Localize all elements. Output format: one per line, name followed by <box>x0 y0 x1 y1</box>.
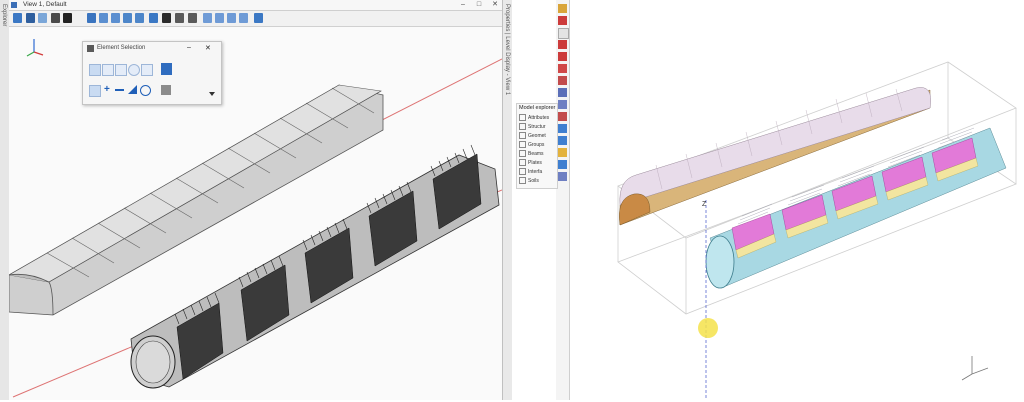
left-application-window: Explorer View 1, Default – □ ✕ Element S… <box>0 0 513 400</box>
checkbox[interactable] <box>519 123 526 130</box>
checkbox[interactable] <box>519 159 526 166</box>
polycurve-icon[interactable] <box>558 100 567 109</box>
standard-views-icon[interactable] <box>254 13 263 23</box>
explorer-tab-label: Explorer <box>1 4 7 27</box>
checkbox[interactable] <box>519 141 526 148</box>
element-selection-dialog: Element Selection – ✕ + <box>82 41 222 105</box>
line-select-icon[interactable] <box>141 64 153 76</box>
model-explorer-panel: Model explorer Attributes Structur Geome… <box>516 103 558 189</box>
explorer-item-interfaces[interactable]: Interfa <box>519 168 542 177</box>
subtract-mode-icon[interactable] <box>115 89 124 91</box>
circle-select-icon[interactable] <box>128 64 140 76</box>
explorer-item-label: Attributes <box>528 114 550 121</box>
right-application-window: Model explorer Attributes Structur Geome… <box>512 0 1024 400</box>
pan-view-icon[interactable] <box>162 13 171 23</box>
add-mode-icon[interactable]: + <box>104 84 110 95</box>
zoom-out-icon[interactable] <box>111 13 120 23</box>
selection-tool-icon <box>87 45 94 52</box>
properties-panel-tab[interactable]: Properties | Level Display - View 1 <box>502 0 512 400</box>
view-attributes-icon[interactable] <box>13 13 22 23</box>
intersect-icon[interactable] <box>558 136 567 145</box>
minimize-button[interactable]: – <box>456 0 470 10</box>
checkbox[interactable] <box>519 132 526 139</box>
clear-mode-icon[interactable] <box>140 85 151 96</box>
grid-icon[interactable] <box>558 172 567 181</box>
surface-icon[interactable] <box>558 112 567 121</box>
select-icon[interactable] <box>558 4 567 13</box>
axis-triad-icon <box>26 39 44 57</box>
maximize-button[interactable]: □ <box>472 0 486 10</box>
select-all-icon[interactable] <box>161 85 171 95</box>
settings-icon[interactable] <box>38 13 47 23</box>
view-title-bar: View 1, Default – □ ✕ <box>9 0 502 11</box>
line-icon[interactable] <box>558 40 567 49</box>
window-area-icon[interactable] <box>123 13 132 23</box>
right-model-canvas: Z <box>617 61 1017 400</box>
explorer-item-label: Groups <box>528 141 545 148</box>
selection-options-icon[interactable] <box>161 63 172 75</box>
view-window-title: View 1, Default <box>23 1 67 8</box>
explorer-item-plates[interactable]: Plates <box>519 159 542 168</box>
dialog-close-button[interactable]: ✕ <box>205 44 211 52</box>
clip-volume-icon[interactable] <box>215 13 224 23</box>
z-axis-label: Z <box>702 201 707 208</box>
properties-tab-label: Properties | Level Display - View 1 <box>504 4 510 96</box>
dialog-minimize-button[interactable]: – <box>187 44 191 51</box>
explorer-item-label: Structur <box>528 123 546 130</box>
checkbox[interactable] <box>519 177 526 184</box>
explorer-item-geometry[interactable]: Geomet <box>519 132 546 141</box>
explorer-item-label: Geomet <box>528 132 546 139</box>
checkbox[interactable] <box>519 114 526 121</box>
update-view-icon[interactable] <box>87 13 96 23</box>
clip-mask-icon[interactable] <box>227 13 236 23</box>
block-select-icon[interactable] <box>102 64 114 76</box>
explorer-item-groups[interactable]: Groups <box>519 141 544 150</box>
explorer-item-label: Interfa <box>528 168 543 175</box>
invert-mode-icon[interactable] <box>128 85 137 94</box>
view-next-icon[interactable] <box>188 13 197 23</box>
display-style-icon[interactable] <box>26 13 35 23</box>
point-icon[interactable] <box>558 16 567 25</box>
model-explorer-title: Model explorer <box>519 105 556 111</box>
rotate-view-icon[interactable] <box>149 13 158 23</box>
explorer-item-beams[interactable]: Beams <box>519 150 544 159</box>
cursor-highlight <box>698 318 718 338</box>
view-toolbar <box>9 11 502 27</box>
explorer-item-structures[interactable]: Structur <box>519 123 546 132</box>
array-icon[interactable] <box>558 160 567 169</box>
polyline-icon[interactable] <box>558 52 567 61</box>
extrude-icon[interactable] <box>558 124 567 133</box>
move-icon[interactable] <box>558 28 569 39</box>
checkbox[interactable] <box>519 168 526 175</box>
individual-select-icon[interactable] <box>89 64 101 76</box>
zoom-in-icon[interactable] <box>99 13 108 23</box>
arc-icon[interactable] <box>558 88 567 97</box>
cursor-arrow-icon[interactable] <box>63 13 72 23</box>
view-previous-icon[interactable] <box>175 13 184 23</box>
tunnel-designer-icon[interactable] <box>558 148 567 157</box>
camera-icon[interactable] <box>239 13 248 23</box>
explorer-item-attributes[interactable]: Attributes <box>519 114 549 123</box>
anchor-icon[interactable] <box>558 76 567 85</box>
shape-select-icon[interactable] <box>115 64 127 76</box>
new-selection-icon[interactable] <box>89 85 101 97</box>
axis-triad-icon <box>961 356 989 381</box>
explorer-item-label: Soils <box>528 177 539 184</box>
chevron-down-icon[interactable] <box>209 92 215 96</box>
select-icon[interactable] <box>51 13 60 23</box>
element-selection-title: Element Selection <box>97 45 146 51</box>
fit-view-icon[interactable] <box>135 13 144 23</box>
checkbox[interactable] <box>519 150 526 157</box>
vertical-toolbar <box>556 0 570 400</box>
copy-view-icon[interactable] <box>203 13 212 23</box>
explorer-item-label: Plates <box>528 159 542 166</box>
right-3d-viewport[interactable]: Z <box>570 0 1024 400</box>
explorer-item-soils[interactable]: Soils <box>519 177 539 186</box>
close-button[interactable]: ✕ <box>488 0 502 10</box>
explorer-item-label: Beams <box>528 150 544 157</box>
beam-icon[interactable] <box>558 64 567 73</box>
view-window-icon <box>11 2 17 8</box>
